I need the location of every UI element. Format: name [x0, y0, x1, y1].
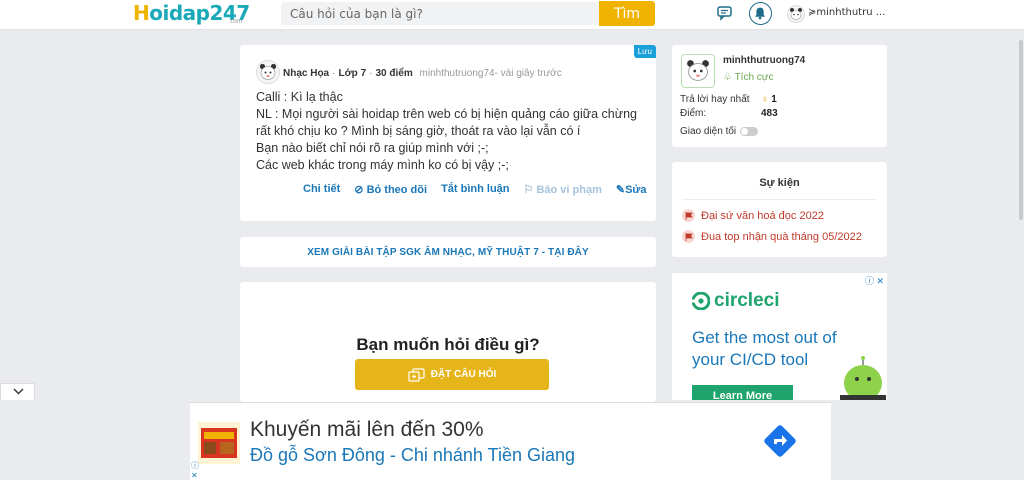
ask-question-button[interactable]: ĐẶT CÂU HỎI	[355, 359, 549, 390]
best-answer-label: Trả lời hay nhất	[680, 94, 750, 105]
ad-info-icon[interactable]: ⓘ ✕	[191, 461, 199, 480]
chevron-down-icon	[13, 388, 24, 395]
save-badge[interactable]: Lưu	[633, 45, 656, 58]
learn-more-button[interactable]: Learn More	[692, 385, 793, 400]
site-logo[interactable]: Hoidap247 .com	[133, 1, 250, 25]
medal-icon: ♁	[761, 94, 769, 105]
ad-tagline: Get the most out of your CI/CD tool	[692, 328, 837, 369]
question-card: Lưu Nhạc Họa · Lớp 7 · 30 điểm minhthutruong…	[240, 45, 656, 221]
ask-card: Bạn muốn hỏi điều gì? ĐẶT CÂU HỎI	[240, 282, 656, 402]
grade-link[interactable]: Lớp 7	[338, 68, 366, 79]
event-link[interactable]: Đua top nhận quà tháng 05/2022	[682, 230, 862, 243]
profile-avatar[interactable]	[681, 54, 715, 88]
search-input[interactable]: Câu hỏi của bạn là gì?	[281, 2, 599, 25]
furniture-ad-image	[198, 422, 240, 464]
ad-close-icon[interactable]: ✕	[191, 471, 198, 480]
robot-icon	[840, 356, 886, 400]
question-line: Calli : Kì lạ thậc	[256, 90, 343, 104]
promo-banner-link[interactable]: XEM GIẢI BÀI TẬP SGK ÂM NHẠC, MỸ THUẬT 7…	[240, 237, 656, 267]
post-time: - vài giây trước	[494, 68, 562, 79]
ad-title: Khuyến mãi lên đến 30%	[250, 418, 484, 441]
question-body: Calli : Kì lạ thậc NL : Mọi người sài ho…	[256, 89, 646, 174]
points-value: 483	[761, 108, 778, 119]
question-line: Bạn nào biết chỉ nói rõ ra giúp mình với…	[256, 141, 489, 155]
author-link[interactable]: minhthutruong74	[420, 68, 495, 79]
ask-title: Bạn muốn hỏi điều gì?	[356, 335, 540, 354]
profile-name[interactable]: minhthutruong74	[723, 55, 805, 66]
best-answer-value: ♁ 1	[761, 94, 777, 105]
question-line: NL : Mọi người sài hoidap trên web có bị…	[256, 107, 637, 138]
user-menu[interactable]: ≽minhthutru ...	[808, 7, 885, 18]
circleci-logo-icon	[692, 292, 710, 310]
flag-icon	[682, 209, 695, 222]
dark-mode-label: Giao diện tối	[680, 126, 737, 137]
search-button[interactable]: Tìm	[599, 1, 655, 26]
scrollbar-thumb[interactable]	[1019, 40, 1023, 220]
leaf-icon: ♧	[723, 72, 732, 83]
question-actions: Chi tiết ⊘ Bỏ theo dõi Tắt bình luận ⚐ B…	[303, 183, 661, 196]
chat-icon[interactable]	[717, 4, 735, 22]
dark-mode-toggle[interactable]	[740, 127, 758, 136]
profile-card: minhthutruong74 ♧ Tích cực Trả lời hay n…	[672, 45, 887, 147]
points-label: 30 điểm	[375, 68, 413, 79]
add-question-icon	[408, 367, 425, 382]
ad-close-icon[interactable]: ⓘ ✕	[865, 274, 884, 287]
bottom-ad[interactable]: Khuyến mãi lên đến 30% Đồ gỗ Sơn Đông - …	[190, 402, 831, 480]
flag-icon	[682, 230, 695, 243]
report-link[interactable]: ⚐ Báo vi phạm	[524, 183, 602, 196]
divider	[682, 199, 877, 200]
ad-subtitle: Đồ gỗ Sơn Đông - Chi nhánh Tiền Giang	[250, 445, 576, 465]
flag-icon: ⚐	[523, 184, 534, 196]
circleci-logo: circleci	[692, 290, 780, 312]
events-title: Sự kiện	[759, 177, 800, 189]
subject-link[interactable]: Nhạc Họa	[283, 68, 329, 79]
unfollow-link[interactable]: ⊘ Bỏ theo dõi	[354, 183, 427, 196]
author-avatar[interactable]	[256, 60, 280, 84]
points-label: Điểm:	[680, 108, 707, 119]
circleci-ad[interactable]: ⓘ ✕ circleci Get the most out of your CI…	[672, 273, 887, 400]
question-meta: Nhạc Họa · Lớp 7 · 30 điểm minhthutruong74- …	[283, 68, 562, 79]
profile-rank: ♧ Tích cực	[723, 72, 774, 83]
bell-icon[interactable]	[749, 2, 772, 25]
top-header: Hoidap247 .com Câu hỏi của bạn là gì? Tìm…	[0, 0, 1024, 30]
directions-arrow-icon[interactable]	[763, 424, 797, 458]
disable-comments-link[interactable]: Tắt bình luận	[441, 183, 509, 196]
events-card: Sự kiện Đại sứ văn hoá đọc 2022 Đua top …	[672, 162, 887, 257]
question-line: Các web khác trong máy mình ko có bị vậy…	[256, 158, 509, 172]
collapse-ad-button[interactable]	[0, 383, 35, 400]
user-avatar[interactable]	[787, 5, 805, 23]
unfollow-icon: ⊘	[354, 184, 364, 196]
pencil-icon: ✎	[615, 184, 626, 196]
event-link[interactable]: Đại sứ văn hoá đọc 2022	[682, 209, 824, 222]
detail-link[interactable]: Chi tiết	[303, 183, 340, 196]
edit-link[interactable]: ✎Sửa	[616, 183, 647, 196]
